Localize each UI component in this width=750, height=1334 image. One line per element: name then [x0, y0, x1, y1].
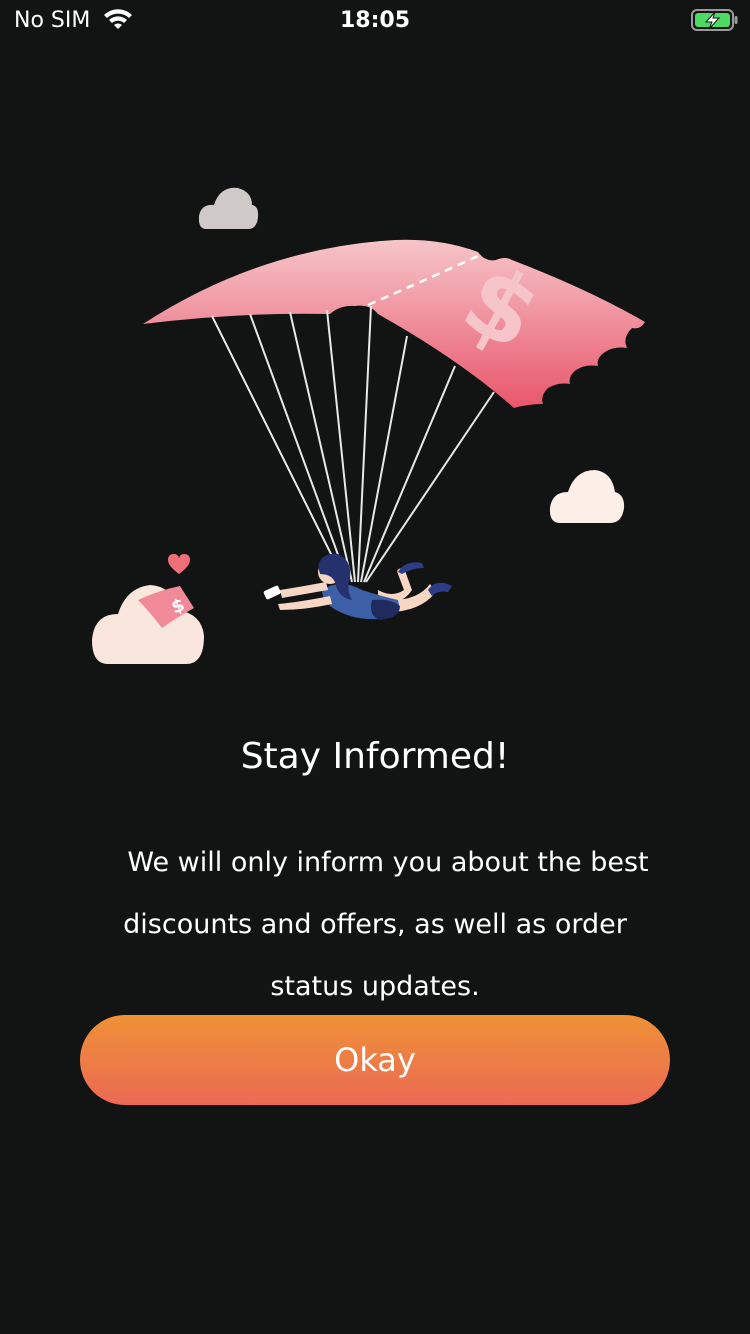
- status-bar: No SIM 18:05: [0, 0, 750, 40]
- okay-button[interactable]: Okay: [80, 1015, 670, 1105]
- cloud-with-coupon-icon: $: [92, 554, 204, 664]
- notification-permission-screen: No SIM 18:05 $ $ Stay Informed! We will …: [0, 0, 750, 1334]
- cloud-icon: [549, 470, 625, 523]
- skydiver-icon: [263, 553, 452, 620]
- cloud-icon: [198, 187, 259, 229]
- parachute-discount-illustration-icon: $ $: [92, 187, 645, 664]
- battery-charging-icon: [691, 9, 738, 31]
- info-message: We will only inform you about the best d…: [123, 847, 649, 1002]
- clock: 18:05: [339, 8, 411, 33]
- page-title: Stay Informed!: [240, 736, 510, 777]
